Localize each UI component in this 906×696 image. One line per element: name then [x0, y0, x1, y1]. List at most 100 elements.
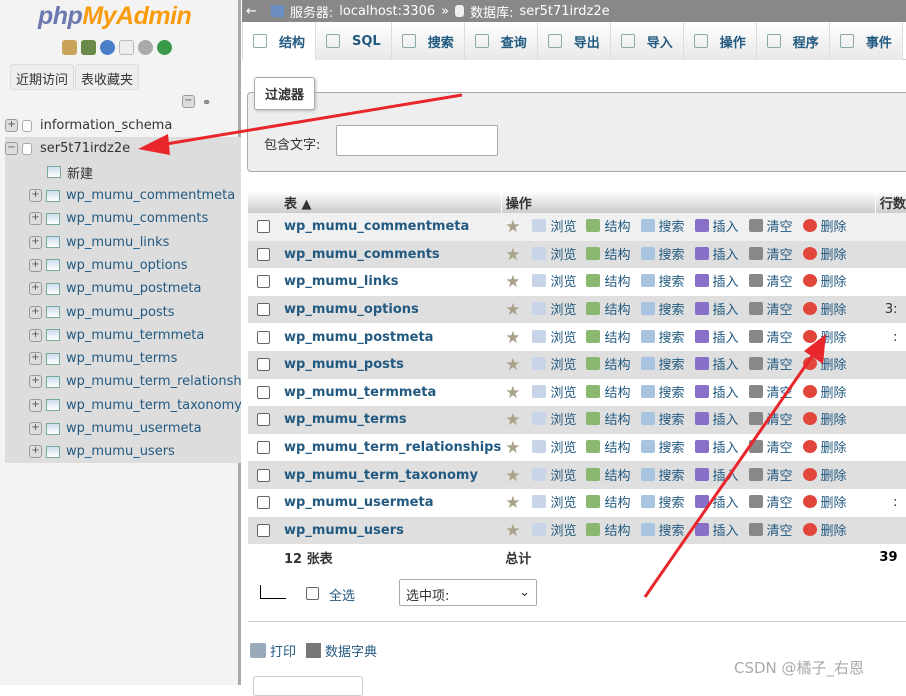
new-table-link[interactable]: 新建 [5, 160, 241, 184]
insert-action[interactable]: 插入 [694, 354, 739, 373]
tab-3[interactable]: 查询 [464, 22, 538, 60]
search-action[interactable]: 搜索 [640, 437, 685, 456]
expand-icon[interactable]: + [29, 258, 42, 272]
insert-action[interactable]: 插入 [694, 492, 739, 511]
drop-action[interactable]: 删除 [802, 327, 847, 346]
table-name-link[interactable]: wp_mumu_links [284, 274, 398, 289]
select-all-label[interactable]: 全选 [329, 585, 355, 604]
server-link[interactable]: localhost:3306 [339, 4, 435, 19]
row-checkbox[interactable] [257, 220, 270, 234]
favorite-star-icon[interactable]: ★ [505, 410, 520, 430]
structure-action[interactable]: 结构 [586, 492, 631, 511]
empty-action[interactable]: 清空 [748, 409, 793, 428]
insert-action[interactable]: 插入 [694, 244, 739, 263]
drop-action[interactable]: 删除 [802, 409, 847, 428]
expand-icon[interactable]: + [29, 445, 42, 459]
insert-action[interactable]: 插入 [694, 271, 739, 290]
drop-action[interactable]: 删除 [802, 244, 847, 263]
search-action[interactable]: 搜索 [640, 271, 685, 290]
empty-action[interactable]: 清空 [748, 520, 793, 539]
structure-action[interactable]: 结构 [586, 520, 631, 539]
tab-6[interactable]: 操作 [683, 22, 757, 60]
browse-action[interactable]: 浏览 [532, 354, 576, 373]
structure-action[interactable]: 结构 [586, 271, 631, 290]
table-name-link[interactable]: wp_mumu_termmeta [284, 385, 436, 400]
database-link[interactable]: ser5t71irdz2e [519, 4, 609, 19]
structure-action[interactable]: 结构 [586, 465, 631, 484]
search-action[interactable]: 搜索 [640, 382, 685, 401]
structure-action[interactable]: 结构 [586, 354, 631, 373]
filter-text-input[interactable] [336, 125, 498, 156]
insert-action[interactable]: 插入 [694, 465, 739, 484]
favorite-star-icon[interactable]: ★ [505, 438, 520, 458]
db-information-schema[interactable]: + information_schema [5, 114, 241, 137]
search-action[interactable]: 搜索 [640, 409, 685, 428]
data-dictionary-link[interactable]: 数据字典 [325, 641, 377, 660]
search-action[interactable]: 搜索 [640, 520, 685, 539]
favorite-star-icon[interactable]: ★ [505, 217, 520, 237]
favorite-star-icon[interactable]: ★ [505, 383, 520, 403]
structure-action[interactable]: 结构 [586, 382, 631, 401]
search-action[interactable]: 搜索 [640, 465, 685, 484]
sidebar-table-item[interactable]: + wp_mumu_terms [5, 346, 241, 371]
empty-action[interactable]: 清空 [748, 327, 793, 346]
favorite-star-icon[interactable]: ★ [505, 245, 520, 265]
drop-action[interactable]: 删除 [802, 299, 847, 318]
structure-action[interactable]: 结构 [586, 216, 631, 235]
browse-action[interactable]: 浏览 [532, 382, 576, 401]
table-name-link[interactable]: wp_mumu_posts [284, 357, 404, 372]
tab-1[interactable]: SQL [316, 22, 392, 60]
collapse-icon[interactable]: − [5, 142, 18, 156]
drop-action[interactable]: 删除 [802, 382, 847, 401]
phpmyadmin-logo[interactable]: phpMyAdmin [38, 2, 192, 31]
search-action[interactable]: 搜索 [640, 244, 685, 263]
drop-action[interactable]: 删除 [802, 437, 847, 456]
row-checkbox[interactable] [257, 523, 270, 537]
empty-action[interactable]: 清空 [748, 492, 793, 511]
empty-action[interactable]: 清空 [748, 465, 793, 484]
empty-action[interactable]: 清空 [748, 437, 793, 456]
favorites-button[interactable]: 表收藏夹 [75, 64, 140, 90]
expand-icon[interactable]: + [5, 119, 18, 133]
table-name-link[interactable]: wp_mumu_term_taxonomy [284, 468, 478, 483]
home-icon[interactable] [62, 40, 77, 55]
sidebar-table-item[interactable]: + wp_mumu_options [5, 253, 241, 278]
tab-4[interactable]: 导出 [537, 22, 611, 60]
browse-action[interactable]: 浏览 [532, 409, 576, 428]
row-checkbox[interactable] [257, 330, 270, 344]
drop-action[interactable]: 删除 [802, 271, 847, 290]
row-checkbox[interactable] [257, 275, 270, 289]
collapse-all-icon[interactable]: − [182, 95, 195, 108]
drop-action[interactable]: 删除 [802, 492, 847, 511]
search-action[interactable]: 搜索 [640, 216, 685, 235]
table-name-link[interactable]: wp_mumu_commentmeta [284, 219, 469, 234]
insert-action[interactable]: 插入 [694, 382, 739, 401]
tab-2[interactable]: 搜索 [391, 22, 465, 60]
sidebar-table-item[interactable]: + wp_mumu_term_taxonomy [5, 393, 241, 417]
expand-icon[interactable]: + [29, 328, 42, 342]
expand-icon[interactable]: + [29, 352, 42, 366]
search-action[interactable]: 搜索 [640, 299, 685, 318]
sidebar-table-item[interactable]: + wp_mumu_comments [5, 207, 241, 231]
expand-icon[interactable]: + [29, 235, 42, 249]
table-name-link[interactable]: wp_mumu_options [284, 302, 419, 317]
expand-icon[interactable]: + [29, 212, 42, 226]
print-link[interactable]: 打印 [270, 641, 296, 660]
db-ser5t71irdz2e[interactable]: − ser5t71irdz2e [5, 137, 241, 161]
row-checkbox[interactable] [257, 303, 270, 317]
favorite-star-icon[interactable]: ★ [505, 355, 520, 375]
empty-action[interactable]: 清空 [748, 271, 793, 290]
favorite-star-icon[interactable]: ★ [505, 300, 520, 320]
reload-icon[interactable] [157, 40, 172, 55]
structure-action[interactable]: 结构 [586, 299, 631, 318]
back-arrow[interactable]: ← [246, 4, 257, 19]
docs-icon[interactable] [119, 40, 134, 55]
table-name-link[interactable]: wp_mumu_usermeta [284, 495, 434, 510]
help-icon[interactable] [100, 40, 115, 55]
tab-0[interactable]: 结构 [242, 22, 317, 60]
favorite-star-icon[interactable]: ★ [505, 272, 520, 292]
row-checkbox[interactable] [257, 468, 270, 482]
browse-action[interactable]: 浏览 [532, 244, 576, 263]
expand-icon[interactable]: + [29, 305, 42, 319]
row-checkbox[interactable] [257, 413, 270, 427]
